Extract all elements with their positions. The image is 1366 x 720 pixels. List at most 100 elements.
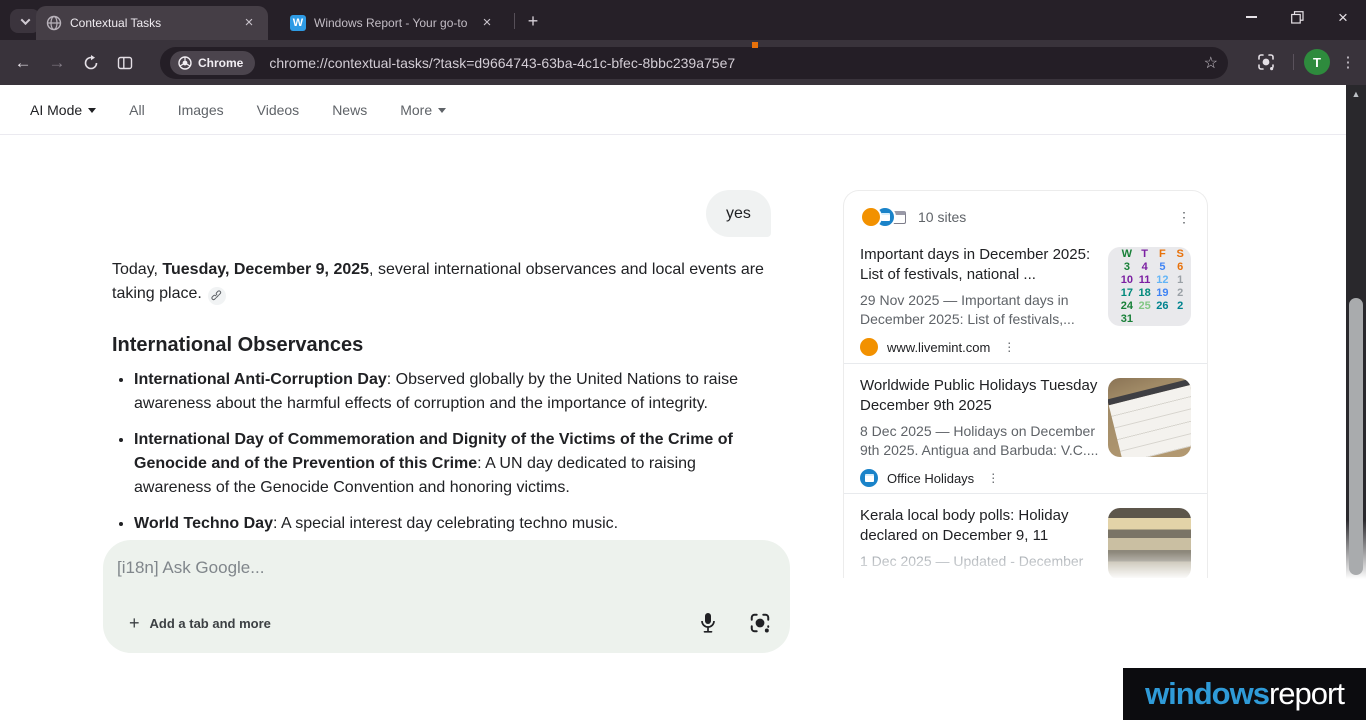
panel-menu-button[interactable]: ⋮: [1173, 209, 1195, 226]
source-name[interactable]: www.livemint.com: [887, 340, 990, 355]
source-card-3[interactable]: Kerala local body polls: Holiday declare…: [860, 506, 1191, 571]
source-card-1[interactable]: Important days in December 2025: List of…: [860, 245, 1191, 356]
voice-search-button[interactable]: [696, 611, 720, 635]
close-icon[interactable]: ×: [240, 14, 258, 32]
chevron-down-icon: [438, 108, 446, 113]
toolbar-divider: [1293, 54, 1294, 70]
side-panel-button[interactable]: [108, 46, 142, 80]
tab-contextual-tasks[interactable]: Contextual Tasks ×: [36, 6, 268, 40]
lens-icon: [1257, 53, 1275, 71]
chevron-down-icon: [88, 108, 96, 113]
browser-menu-button[interactable]: ⋮: [1336, 53, 1360, 71]
address-bar[interactable]: Chrome chrome://contextual-tasks/?task=d…: [160, 47, 1228, 79]
tab-strip: Contextual Tasks × W Windows Report - Yo…: [0, 0, 1366, 40]
close-icon[interactable]: ×: [478, 14, 496, 32]
card-snippet: 8 Dec 2025 — Holidays on December 9th 20…: [860, 422, 1108, 459]
crowd-photo-thumbnail[interactable]: [1108, 508, 1191, 578]
ask-google-input[interactable]: [117, 558, 768, 578]
browser-window: Contextual Tasks × W Windows Report - Yo…: [0, 0, 1366, 720]
search-nav-bar: AI Mode All Images Videos News More: [0, 85, 1346, 135]
office-holidays-favicon: [860, 469, 878, 487]
bullet-desc: : A special interest day celebrating tec…: [273, 515, 618, 532]
nav-images[interactable]: Images: [178, 102, 224, 118]
intro-prefix: Today,: [112, 261, 162, 278]
card-title[interactable]: Kerala local body polls: Holiday declare…: [860, 506, 1108, 545]
nav-label: Videos: [257, 102, 300, 118]
scrollbar-thumb[interactable]: [1349, 298, 1363, 575]
nav-label: News: [332, 102, 367, 118]
forward-button[interactable]: →: [40, 46, 74, 80]
divider: [844, 363, 1208, 364]
card-menu-button[interactable]: ⋮: [987, 471, 999, 485]
url-text[interactable]: chrome://contextual-tasks/?task=d9664743…: [269, 55, 1195, 71]
list-item: International Day of Commemoration and D…: [134, 428, 771, 500]
divider: [844, 493, 1208, 494]
reload-button[interactable]: [74, 46, 108, 80]
add-tab-button[interactable]: + Add a tab and more: [117, 607, 283, 639]
source-name[interactable]: Office Holidays: [887, 471, 974, 486]
calendar-thumbnail[interactable]: WTFS345610111211718192242526231: [1108, 247, 1191, 326]
minimize-button[interactable]: [1228, 0, 1274, 34]
nav-label: All: [129, 102, 145, 118]
back-button[interactable]: ←: [6, 46, 40, 80]
ask-box-icons: [696, 611, 772, 635]
sources-panel: 10 sites ⋮ Important days in December 20…: [843, 190, 1208, 578]
maximize-button[interactable]: [1274, 0, 1320, 34]
windows-report-watermark: windowsreport: [1123, 668, 1366, 720]
nav-more[interactable]: More: [400, 102, 446, 118]
card-menu-button[interactable]: ⋮: [1003, 340, 1015, 354]
chrome-logo-icon: [178, 56, 192, 70]
windows-report-favicon: W: [290, 15, 306, 31]
bullet-term: World Techno Day: [134, 515, 273, 532]
tab-title: Contextual Tasks: [70, 16, 232, 30]
desk-calendar-thumbnail[interactable]: [1108, 378, 1191, 457]
recording-indicator-dot: [752, 42, 758, 48]
card-source-row: www.livemint.com ⋮: [860, 338, 1191, 356]
restore-icon: [1291, 11, 1304, 24]
watermark-secondary: report: [1269, 676, 1344, 712]
window-controls: ×: [1228, 0, 1366, 34]
new-tab-button[interactable]: +: [521, 9, 545, 33]
profile-avatar[interactable]: T: [1304, 49, 1330, 75]
source-favicon-cluster: [860, 206, 910, 228]
source-card-2[interactable]: Worldwide Public Holidays Tuesday Decemb…: [860, 376, 1191, 487]
plus-icon: +: [129, 613, 140, 634]
tab-windows-report[interactable]: W Windows Report - Your go-to s ×: [280, 6, 506, 40]
nav-all[interactable]: All: [129, 102, 145, 118]
livemint-favicon: [860, 206, 882, 228]
globe-icon: [46, 15, 62, 31]
chrome-site-chip[interactable]: Chrome: [170, 51, 255, 75]
site-chip-label: Chrome: [198, 56, 243, 70]
nav-news[interactable]: News: [332, 102, 367, 118]
close-window-button[interactable]: ×: [1320, 0, 1366, 34]
list-item: World Techno Day: A special interest day…: [134, 512, 771, 536]
ask-google-box[interactable]: + Add a tab and more: [103, 540, 790, 653]
livemint-favicon: [860, 338, 878, 356]
intro-date: Tuesday, December 9, 2025: [162, 261, 369, 278]
nav-label: Images: [178, 102, 224, 118]
nav-label: AI Mode: [30, 102, 82, 118]
card-title[interactable]: Important days in December 2025: List of…: [860, 245, 1108, 284]
side-panel-icon: [117, 55, 133, 71]
page-scrollbar[interactable]: ▲: [1346, 85, 1366, 579]
source-link-icon[interactable]: [208, 287, 226, 305]
nav-ai-mode[interactable]: AI Mode: [30, 102, 96, 118]
card-source-row: Office Holidays ⋮: [860, 469, 1191, 487]
scroll-up-icon[interactable]: ▲: [1346, 89, 1366, 99]
nav-videos[interactable]: Videos: [257, 102, 300, 118]
lens-search-button[interactable]: [1249, 45, 1283, 79]
sources-header: 10 sites ⋮: [860, 203, 1195, 231]
card-snippet: 1 Dec 2025 — Updated - December: [860, 552, 1108, 571]
toolbar-right-cluster: T ⋮: [1249, 45, 1360, 79]
lens-icon: [749, 612, 771, 634]
bookmark-star-icon[interactable]: ☆: [1204, 53, 1218, 73]
watermark-primary: windows: [1145, 676, 1269, 712]
card-snippet: 29 Nov 2025 — Important days in December…: [860, 291, 1108, 328]
card-title[interactable]: Worldwide Public Holidays Tuesday Decemb…: [860, 376, 1108, 415]
mini-calendar: WTFS345610111211718192242526231: [1108, 247, 1191, 326]
reload-icon: [83, 55, 99, 71]
lens-camera-button[interactable]: [748, 611, 772, 635]
bullet-term: International Anti-Corruption Day: [134, 371, 387, 388]
add-tab-label: Add a tab and more: [150, 616, 271, 631]
sites-count-label[interactable]: 10 sites: [918, 209, 966, 225]
